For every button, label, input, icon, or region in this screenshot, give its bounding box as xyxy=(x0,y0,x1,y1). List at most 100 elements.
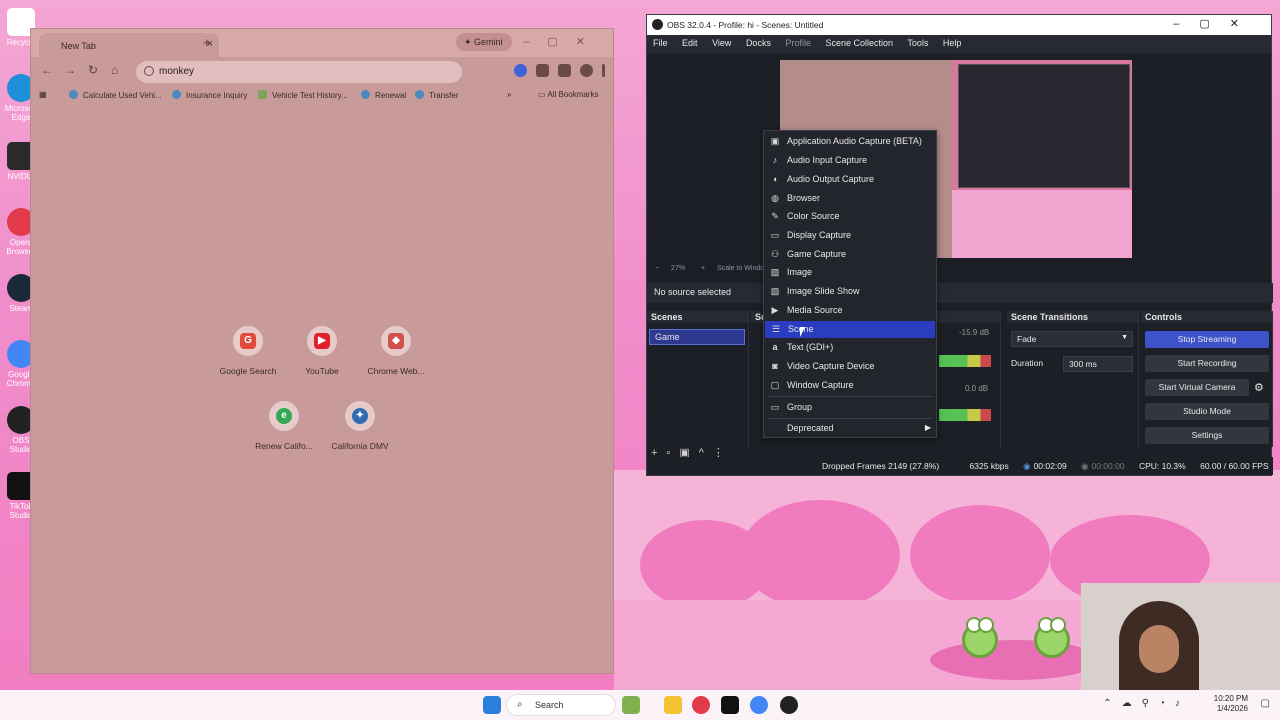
shortcut-tile[interactable]: e Renew Califo... xyxy=(244,401,324,451)
renew-icon: e xyxy=(276,408,292,424)
menu-item-group[interactable]: ▭ Group xyxy=(764,399,936,416)
chevron-right-icon[interactable]: » xyxy=(507,90,511,99)
menu-item-application-audio-capture[interactable]: ▣ Application Audio Capture (BETA) xyxy=(764,133,936,150)
menu-tools[interactable]: Tools xyxy=(907,38,928,48)
obs-menubar: File Edit View Docks Profile Scene Colle… xyxy=(647,35,1271,53)
bookmark-item[interactable]: Transfer xyxy=(415,90,459,100)
obs-titlebar: OBS 32.0.4 - Profile: hi - Scenes: Untit… xyxy=(647,15,1271,35)
zoom-out-icon[interactable]: − xyxy=(655,265,661,272)
profile-avatar[interactable] xyxy=(580,64,593,78)
home-icon[interactable]: ⌂ xyxy=(111,63,118,77)
settings-button[interactable]: Settings xyxy=(1145,427,1269,444)
apps-grid-icon[interactable]: ▦ xyxy=(39,90,47,99)
forward-icon[interactable]: → xyxy=(64,63,76,77)
menu-item-video-capture-device[interactable]: ◙ Video Capture Device xyxy=(764,358,936,375)
duration-spinbox[interactable]: 300 ms xyxy=(1063,356,1133,372)
kebab-menu-icon[interactable] xyxy=(602,64,605,78)
camera-icon: ◙ xyxy=(772,361,778,371)
back-icon[interactable]: ← xyxy=(41,63,53,77)
globe-icon xyxy=(69,90,78,99)
chevron-down-icon: ▼ xyxy=(1121,334,1128,341)
start-recording-button[interactable]: Start Recording xyxy=(1145,355,1269,372)
scene-list-item[interactable]: Game xyxy=(649,329,745,345)
menu-item-scene[interactable]: ☰ Scene xyxy=(765,321,935,338)
extension-icon[interactable] xyxy=(514,64,527,78)
window-controls[interactable]: –▢✕ xyxy=(523,35,603,48)
audio-meter xyxy=(939,355,991,367)
controls-title: Controls xyxy=(1141,311,1272,323)
play-icon: ▶ xyxy=(771,305,779,315)
preview-capture-right xyxy=(958,64,1130,188)
bookmark-item[interactable]: Calculate Used Vehi... xyxy=(69,90,162,100)
transitions-dock: Scene Transitions Fade ▼ Duration 300 ms xyxy=(1007,311,1139,447)
shortcut-tile[interactable]: ✦ California DMV xyxy=(320,401,400,451)
palette-icon: ✎ xyxy=(771,211,779,221)
audio-meter xyxy=(939,409,991,421)
menu-file[interactable]: File xyxy=(653,38,668,48)
image-icon: ▨ xyxy=(770,267,780,277)
menu-item-media-source[interactable]: ▶ Media Source xyxy=(764,302,936,319)
menu-item-audio-input-capture[interactable]: ♪ Audio Input Capture xyxy=(764,152,936,169)
studio-mode-button[interactable]: Studio Mode xyxy=(1145,403,1269,420)
menu-edit[interactable]: Edit xyxy=(682,38,698,48)
taskbar-search[interactable]: ⌕ Search xyxy=(506,694,616,716)
shortcut-tile[interactable]: ◆ Chrome Web... xyxy=(356,326,436,376)
menu-item-image-slide-show[interactable]: ▧ Image Slide Show xyxy=(764,283,936,300)
window-controls[interactable]: –▢✕ xyxy=(1173,17,1259,30)
file-explorer-icon[interactable] xyxy=(664,696,682,714)
menu-item-game-capture[interactable]: ⚇ Game Capture xyxy=(764,246,936,263)
zoom-in-icon[interactable]: + xyxy=(701,265,707,272)
preview-capture-bottom xyxy=(952,190,1132,258)
sidepanel-icon[interactable] xyxy=(558,64,571,78)
obs-icon[interactable] xyxy=(780,696,798,714)
chrome-icon[interactable] xyxy=(750,696,768,714)
shortcut-tile[interactable]: ▶ YouTube xyxy=(282,326,362,376)
speaker-icon: ◖ xyxy=(772,174,778,184)
gear-icon[interactable]: ⚙ xyxy=(1254,381,1264,394)
widgets-icon[interactable] xyxy=(622,696,640,714)
menu-item-color-source[interactable]: ✎ Color Source xyxy=(764,208,936,225)
bookmark-item[interactable]: Vehicle Test History... xyxy=(258,90,348,100)
transition-select[interactable]: Fade ▼ xyxy=(1011,331,1133,347)
menu-item-window-capture[interactable]: ▢ Window Capture xyxy=(764,377,936,394)
menu-item-image[interactable]: ▨ Image xyxy=(764,264,936,281)
windows-start-icon[interactable] xyxy=(483,696,501,714)
menu-item-browser[interactable]: ◍ Browser xyxy=(764,190,936,207)
controls-dock: Controls Stop Streaming Start Recording … xyxy=(1141,311,1273,447)
system-tray[interactable]: ⌃☁⚲◔♪ xyxy=(1103,698,1190,709)
address-bar[interactable]: monkey xyxy=(136,61,462,83)
window-icon: ▢ xyxy=(770,380,780,390)
new-tab-button[interactable]: + xyxy=(203,35,211,50)
chevron-right-icon: ▶ xyxy=(924,423,931,432)
tiktok-icon[interactable] xyxy=(721,696,739,714)
taskbar-clock[interactable]: 10:20 PM 1/4/2026 xyxy=(1214,694,1248,714)
notification-icon[interactable]: ▢ xyxy=(1261,698,1270,709)
app-audio-icon: ▣ xyxy=(770,136,780,146)
menu-separator xyxy=(768,418,932,419)
reload-icon[interactable]: ↻ xyxy=(88,63,98,77)
menu-docks[interactable]: Docks xyxy=(746,38,771,48)
globe-icon xyxy=(415,90,424,99)
google-icon: G xyxy=(240,333,256,349)
menu-scene-collection[interactable]: Scene Collection xyxy=(826,38,894,48)
all-bookmarks[interactable]: ▭ All Bookmarks xyxy=(538,90,598,99)
menu-item-audio-output-capture[interactable]: ◖ Audio Output Capture xyxy=(764,171,936,188)
menu-profile[interactable]: Profile xyxy=(785,38,811,48)
menu-item-display-capture[interactable]: ▭ Display Capture xyxy=(764,227,936,244)
menu-view[interactable]: View xyxy=(712,38,731,48)
gemini-button[interactable]: ✦ Gemini xyxy=(456,33,512,51)
stop-streaming-button[interactable]: Stop Streaming xyxy=(1145,331,1269,348)
menu-help[interactable]: Help xyxy=(943,38,962,48)
wallpaper-tree xyxy=(910,505,1050,605)
opera-icon[interactable] xyxy=(692,696,710,714)
scale-mode[interactable]: Scale to Windo xyxy=(717,265,764,272)
bookmark-item[interactable]: Renewal xyxy=(361,90,406,100)
list-icon: ☰ xyxy=(771,324,781,334)
menu-item-deprecated[interactable]: Deprecated ▶ xyxy=(764,420,936,437)
tab-new-tab[interactable]: New Tab × xyxy=(39,33,219,57)
shortcut-tile[interactable]: G Google Search xyxy=(208,326,288,376)
start-virtual-camera-button[interactable]: Start Virtual Camera xyxy=(1145,379,1249,396)
bookmark-item[interactable]: Insurance Inquiry xyxy=(172,90,247,100)
puzzle-icon[interactable] xyxy=(536,64,549,78)
menu-item-text-gdi[interactable]: a Text (GDI+) xyxy=(764,339,936,356)
